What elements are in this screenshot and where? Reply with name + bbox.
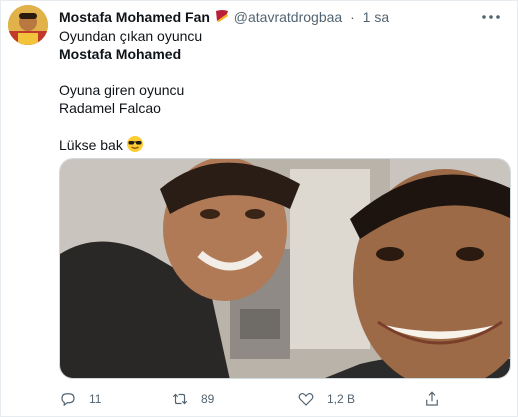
avatar[interactable] [8,5,48,45]
text-line-1: Oyundan çıkan oyuncu [59,28,203,44]
avatar-image [8,5,48,45]
reply-count: 11 [89,392,102,406]
text-line-3: Oyuna giren oyuncu [59,82,185,98]
tweet-photo[interactable] [59,158,511,379]
retweet-count: 89 [201,392,215,406]
tweet-text: Oyundan çıkan oyuncu Mostafa Mohamed Oyu… [59,27,489,157]
reply-button[interactable]: 11 [59,387,101,411]
tweet-actions: 11 89 1,2 B [59,387,499,411]
display-name[interactable]: Mostafa Mohamed Fan [59,9,210,25]
separator-dot: · [350,9,355,25]
like-count: 1,2 B [327,392,356,406]
heart-icon [298,392,314,406]
more-options-icon[interactable] [479,5,503,29]
reply-icon [61,393,75,407]
text-line-4: Radamel Falcao [59,100,161,116]
text-spacer [59,63,489,81]
tweet-timestamp[interactable]: 1 sa [363,9,389,25]
like-button[interactable]: 1,2 B [297,387,355,411]
galatasaray-badge-icon [214,8,230,29]
text-spacer [59,117,489,135]
share-button[interactable] [423,387,441,411]
tweet-header: Mostafa Mohamed Fan @atavratdrogbaa · 1 … [59,7,477,27]
user-handle[interactable]: @atavratdrogbaa [234,9,342,25]
retweet-button[interactable]: 89 [171,387,214,411]
tweet-card[interactable]: Mostafa Mohamed Fan @atavratdrogbaa · 1 … [0,0,518,417]
share-icon [426,391,438,406]
text-line-5-wrapper: Lükse bak [59,135,489,157]
selfie-photo [60,159,510,378]
text-line-5: Lükse bak [59,137,123,153]
retweet-icon [172,393,188,405]
sunglasses-emoji-icon [126,135,144,157]
text-line-2: Mostafa Mohamed [59,46,182,62]
